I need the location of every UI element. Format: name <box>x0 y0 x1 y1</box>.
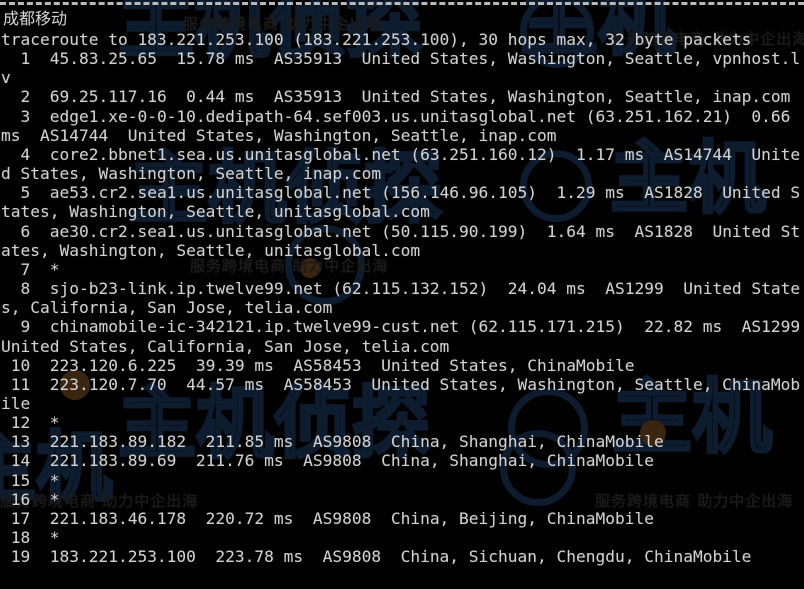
top-divider <box>0 2 804 5</box>
traceroute-output: traceroute to 183.221.253.100 (183.221.2… <box>1 30 801 567</box>
terminal-window: 主机侦探 主机 主机侦探 主机 主机侦探 主机 主机 服务跨境电商 助力中企出海… <box>0 0 804 589</box>
isp-label: 成都移动 <box>3 9 68 28</box>
